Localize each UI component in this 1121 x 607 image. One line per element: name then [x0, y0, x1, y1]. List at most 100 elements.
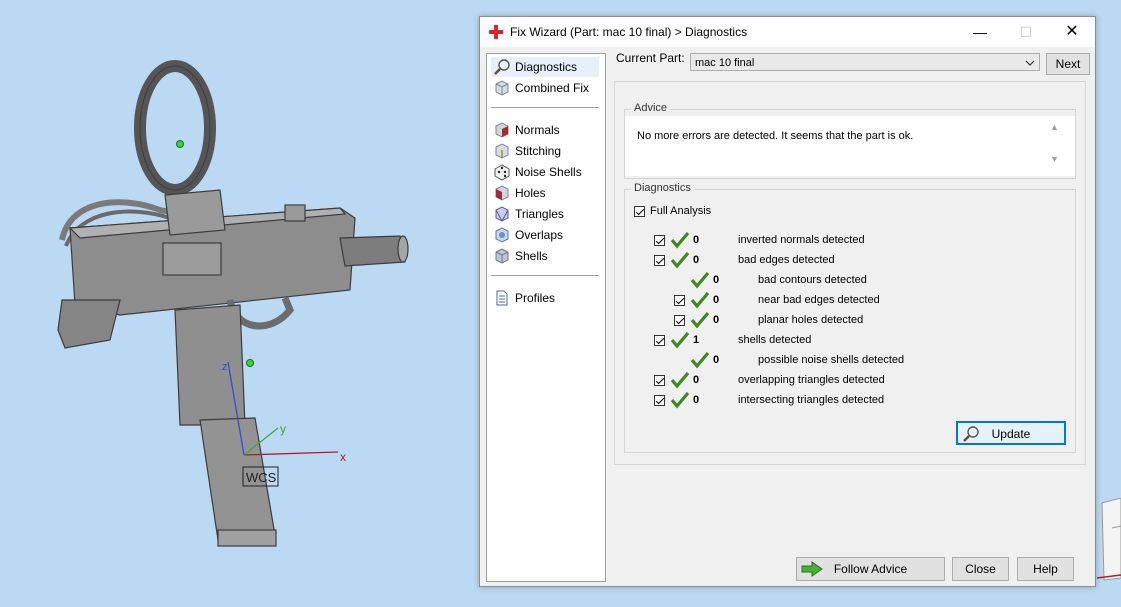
nav-divider — [491, 107, 599, 108]
document-icon — [496, 290, 508, 306]
overlaps-cube-icon — [495, 227, 509, 243]
nav-item-holes[interactable]: Holes — [491, 183, 546, 203]
stitching-cube-icon — [495, 143, 509, 159]
nav-item-normals[interactable]: Normals — [491, 120, 560, 140]
follow-advice-label: Follow Advice — [833, 562, 908, 576]
nav-label: Overlaps — [515, 228, 564, 242]
text-shells: shells detected — [738, 334, 812, 346]
nav-label: Triangles — [515, 207, 564, 221]
nav-label: Diagnostics — [515, 60, 578, 74]
text-bad-contours: bad contours detected — [758, 274, 867, 286]
diag-checkbox-shells[interactable] — [654, 335, 665, 346]
minimize-button[interactable]: — — [957, 17, 1003, 47]
nav-label: Combined Fix — [515, 81, 590, 95]
update-label: Update — [991, 427, 1031, 441]
current-part-dropdown[interactable]: mac 10 final — [690, 53, 1040, 71]
nav-label: Holes — [515, 186, 546, 200]
text-intersecting-triangles: intersecting triangles detected — [738, 394, 885, 406]
count-intersecting-triangles: 0 — [693, 394, 700, 406]
advice-text: No more errors are detected. It seems th… — [637, 130, 914, 142]
help-button[interactable]: Help — [1017, 557, 1074, 581]
advice-textbox[interactable]: No more errors are detected. It seems th… — [625, 116, 1075, 176]
advice-group: Advice No more errors are detected. It s… — [624, 102, 1076, 179]
axis-x-label: x — [340, 450, 346, 464]
full-analysis-checkbox[interactable] — [634, 206, 645, 217]
magnifier-icon — [494, 59, 510, 75]
window-title: Fix Wizard (Part: mac 10 final) > Diagno… — [510, 25, 748, 39]
check-mark-icon — [670, 391, 690, 409]
axis-y-label: y — [280, 422, 286, 436]
count-shells: 1 — [693, 334, 700, 346]
diag-checkbox-bad-edges[interactable] — [654, 255, 665, 266]
view-cube-widget[interactable] — [1092, 498, 1121, 607]
title-bar[interactable]: Fix Wizard (Part: mac 10 final) > Diagno… — [480, 17, 1095, 47]
magnifier-icon — [963, 426, 979, 442]
check-mark-icon — [690, 311, 710, 329]
text-bad-edges: bad edges detected — [738, 254, 835, 266]
check-mark-icon — [690, 291, 710, 309]
nav-item-profiles[interactable]: Profiles — [491, 288, 555, 308]
diag-checkbox-intersecting-triangles[interactable] — [654, 395, 665, 406]
count-near-bad-edges: 0 — [713, 294, 720, 306]
current-part-label: Current Part: — [616, 51, 685, 65]
diag-checkbox-inverted-normals[interactable] — [654, 235, 665, 246]
triangles-cube-icon — [495, 206, 509, 222]
close-button[interactable]: Close — [952, 557, 1009, 581]
count-inverted-normals: 0 — [693, 234, 700, 246]
normals-cube-icon — [495, 122, 509, 138]
holes-cube-icon — [495, 185, 509, 201]
count-bad-contours: 0 — [713, 274, 720, 286]
red-cross-icon — [489, 25, 503, 39]
check-mark-icon — [670, 251, 690, 269]
viewport-3d-model[interactable]: WCS x y z — [0, 0, 470, 607]
text-overlapping-triangles: overlapping triangles detected — [738, 374, 885, 386]
advice-title: Advice — [631, 102, 671, 114]
diag-checkbox-overlapping-triangles[interactable] — [654, 375, 665, 386]
count-overlapping-triangles: 0 — [693, 374, 700, 386]
scroll-down-icon[interactable]: ▼ — [1050, 154, 1059, 164]
fix-wizard-dialog: Fix Wizard (Part: mac 10 final) > Diagno… — [479, 16, 1096, 587]
diagnostics-title: Diagnostics — [631, 182, 694, 194]
nav-item-stitching[interactable]: Stitching — [491, 141, 561, 161]
nav-item-shells[interactable]: Shells — [491, 246, 548, 266]
count-planar-holes: 0 — [713, 314, 720, 326]
next-button[interactable]: Next — [1046, 53, 1090, 75]
wcs-label: WCS — [246, 470, 277, 485]
current-part-value: mac 10 final — [695, 57, 755, 69]
arrow-right-icon — [801, 561, 823, 577]
diag-checkbox-near-bad-edges[interactable] — [674, 295, 685, 306]
check-mark-icon — [670, 331, 690, 349]
text-planar-holes: planar holes detected — [758, 314, 864, 326]
nav-item-diagnostics[interactable]: Diagnostics — [491, 57, 599, 77]
check-mark-icon — [670, 231, 690, 249]
nav-label: Noise Shells — [515, 165, 582, 179]
nav-divider — [491, 275, 599, 276]
text-near-bad-edges: near bad edges detected — [758, 294, 880, 306]
scroll-up-icon[interactable]: ▲ — [1050, 122, 1059, 132]
cube-icon — [495, 80, 509, 96]
nav-label: Profiles — [515, 291, 556, 305]
nav-item-overlaps[interactable]: Overlaps — [491, 225, 563, 245]
nav-label: Stitching — [515, 144, 562, 158]
nav-item-combined-fix[interactable]: Combined Fix — [491, 78, 589, 98]
count-noise-shells: 0 — [713, 354, 720, 366]
check-mark-icon — [670, 371, 690, 389]
full-analysis-label: Full Analysis — [650, 205, 712, 217]
follow-advice-button[interactable]: Follow Advice — [796, 557, 945, 581]
maximize-button[interactable]: ☐ — [1003, 17, 1049, 47]
nav-label: Shells — [515, 249, 548, 263]
close-window-button[interactable]: ✕ — [1049, 17, 1095, 47]
text-inverted-normals: inverted normals detected — [738, 234, 865, 246]
check-mark-icon — [690, 351, 710, 369]
chevron-down-icon — [1025, 60, 1035, 66]
shells-cube-icon — [495, 248, 509, 264]
axis-z-label: z — [222, 361, 228, 373]
advice-scrollbar[interactable]: ▲ ▼ — [1047, 120, 1063, 170]
nav-item-noise-shells[interactable]: Noise Shells — [491, 162, 582, 182]
check-mark-icon — [690, 271, 710, 289]
count-bad-edges: 0 — [693, 254, 700, 266]
diag-checkbox-planar-holes[interactable] — [674, 315, 685, 326]
update-button[interactable]: Update — [956, 421, 1066, 445]
dice-icon — [494, 164, 510, 181]
nav-item-triangles[interactable]: Triangles — [491, 204, 564, 224]
